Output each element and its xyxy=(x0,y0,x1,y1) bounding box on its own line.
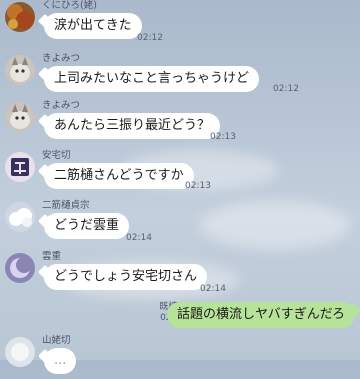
sender-name: きよみつ xyxy=(42,53,81,64)
cloud-avatar-icon[interactable] xyxy=(5,202,35,232)
message-time: 02:13 xyxy=(185,181,211,191)
sender-name: くにひろ(姥) xyxy=(42,0,97,11)
message-bubble[interactable]: 涙が出てきた xyxy=(44,13,142,39)
autumn-leaves-avatar-icon[interactable] xyxy=(5,2,35,32)
message-time: 02:12 xyxy=(137,33,163,43)
message-bubble[interactable]: 上司みたいなこと言っちゃうけど xyxy=(44,66,260,92)
message-bubble[interactable]: どうだ雲重 xyxy=(44,213,130,239)
message-bubble[interactable]: 二筋樋さんどうですか xyxy=(44,163,194,189)
kanji-crest-avatar-icon[interactable] xyxy=(5,152,35,182)
outgoing-message-bubble[interactable]: 話題の横流しヤバすぎんだろ xyxy=(167,302,355,328)
chat-message: 雲重 どうでしょう安宅切さん 02:14 xyxy=(0,251,360,295)
message-bubble[interactable]: ... xyxy=(44,348,77,374)
message-time: 02:14 xyxy=(200,284,226,294)
chat-message: 二筋樋貞宗 どうだ雲重 02:14 xyxy=(0,200,360,244)
cat-avatar-icon[interactable] xyxy=(5,102,35,132)
chat-message: 安宅切 二筋樋さんどうですか 02:13 xyxy=(0,150,360,194)
message-bubble[interactable]: どうでしょう安宅切さん xyxy=(44,264,208,290)
chat-message: 山姥切 ... xyxy=(0,335,360,379)
sender-name: 二筋樋貞宗 xyxy=(42,200,90,211)
chat-message: くにひろ(姥) 涙が出てきた 02:12 xyxy=(0,0,360,44)
sender-name: 雲重 xyxy=(42,251,62,262)
blur-avatar-icon[interactable] xyxy=(5,337,35,367)
chat-message: きよみつ 上司みたいなこと言っちゃうけど 02:12 xyxy=(0,53,360,97)
chat-message: きよみつ あんたら三振り最近どう？ 02:13 xyxy=(0,100,360,144)
message-time: 02:14 xyxy=(126,233,152,243)
sender-name: きよみつ xyxy=(42,100,81,111)
sender-name: 山姥切 xyxy=(42,335,71,346)
message-bubble[interactable]: あんたら三振り最近どう？ xyxy=(44,113,221,139)
message-time: 02:12 xyxy=(273,84,299,94)
sender-name: 安宅切 xyxy=(42,150,71,161)
cat-avatar-icon[interactable] xyxy=(5,55,35,85)
message-time: 02:13 xyxy=(210,132,236,142)
moon-avatar-icon[interactable] xyxy=(5,253,35,283)
